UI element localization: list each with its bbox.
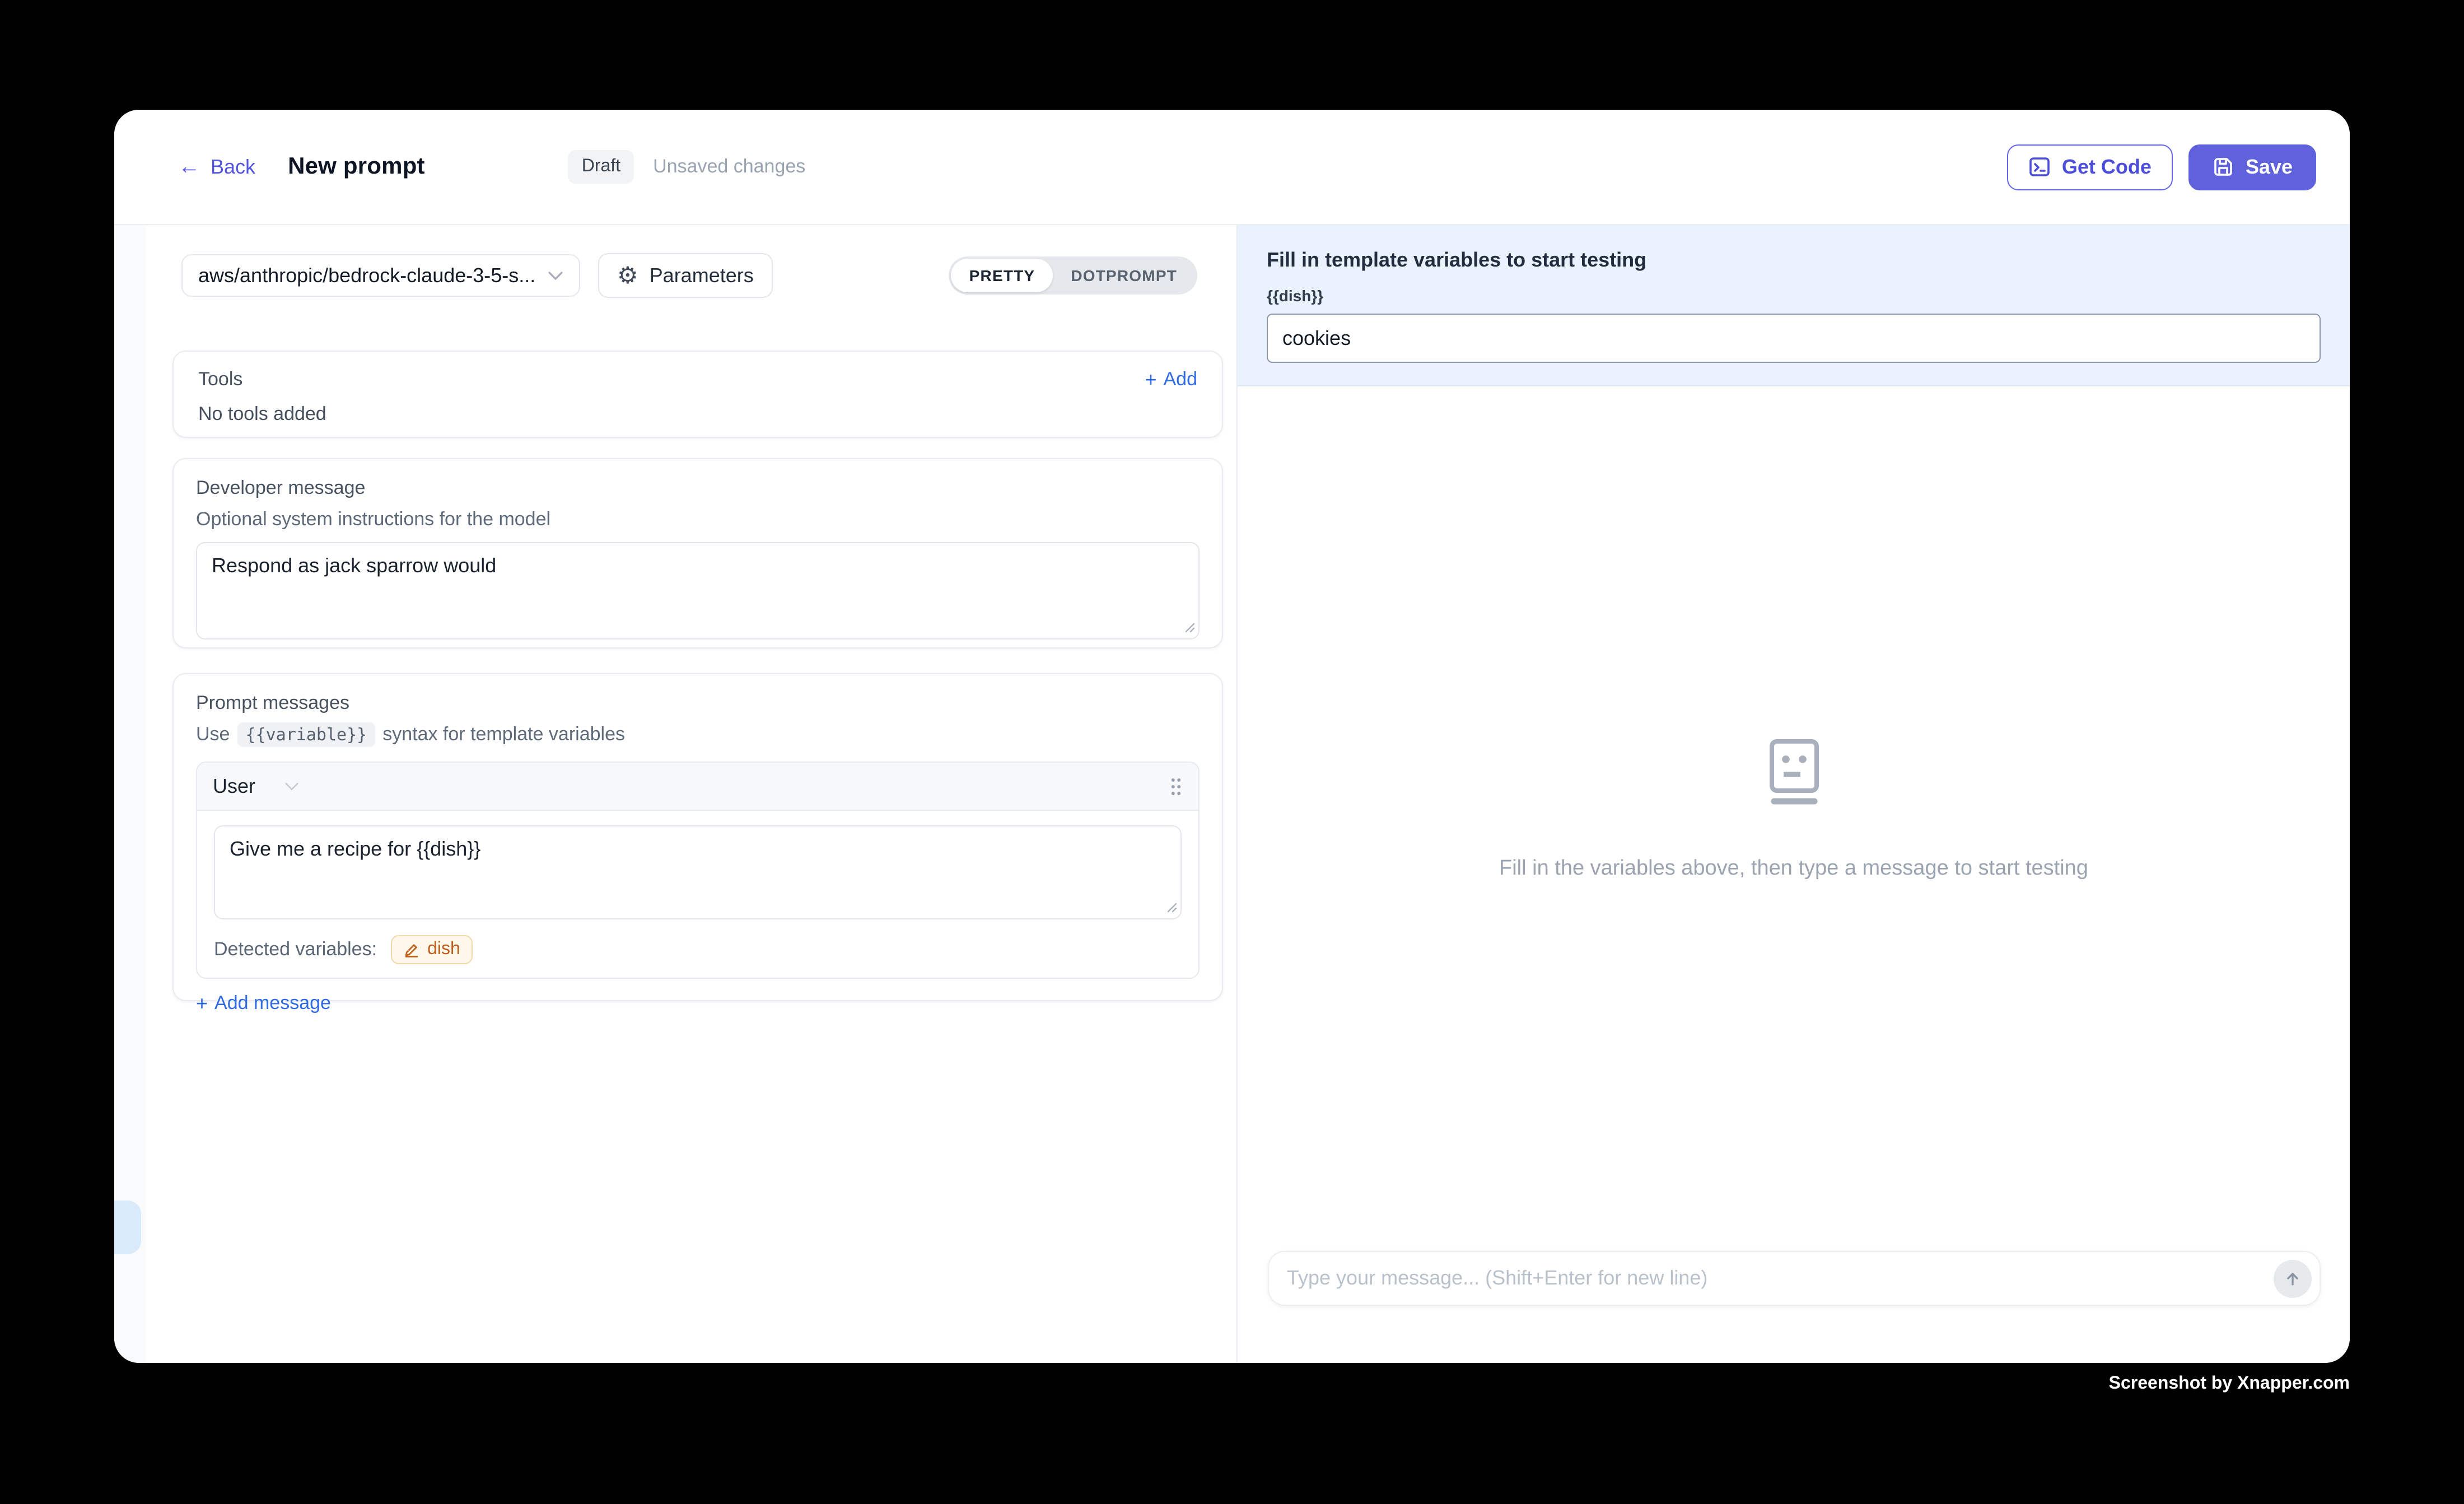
- developer-message-textarea[interactable]: Respond as jack sparrow would: [196, 542, 1200, 639]
- chat-empty-state: Fill in the variables above, then type a…: [1238, 321, 2350, 1298]
- get-code-button[interactable]: Get Code: [2007, 144, 2173, 190]
- message-role-value: User: [213, 774, 255, 798]
- template-variables-title: Fill in template variables to start test…: [1267, 249, 2321, 272]
- message-textarea-wrap: Give me a recipe for {{dish}}: [214, 825, 1182, 925]
- hint-suffix: syntax for template variables: [382, 723, 625, 746]
- tools-empty-text: No tools added: [198, 403, 1197, 426]
- model-select-value: aws/anthropic/bedrock-claude-3-5-s...: [198, 264, 535, 287]
- detected-variables-label: Detected variables:: [214, 938, 377, 961]
- terminal-icon: [2028, 156, 2051, 178]
- message-header: User: [197, 763, 1198, 811]
- pencil-icon: [403, 941, 419, 958]
- chat-message-input[interactable]: [1273, 1267, 2274, 1290]
- parameters-label: Parameters: [650, 264, 754, 287]
- chevron-down-icon: [284, 781, 299, 791]
- unsaved-changes-note: Unsaved changes: [653, 156, 805, 178]
- editor-toolbar: aws/anthropic/bedrock-claude-3-5-s... ⚙ …: [181, 253, 1197, 298]
- add-message-label: Add message: [214, 992, 331, 1015]
- message-content-textarea[interactable]: Give me a recipe for {{dish}}: [214, 825, 1182, 919]
- variable-chip-dish[interactable]: dish: [390, 935, 473, 964]
- send-button[interactable]: [2274, 1259, 2312, 1297]
- header: ← Back New prompt Draft Unsaved changes …: [114, 110, 2350, 225]
- tools-card-header: Tools + Add: [198, 368, 1197, 391]
- watermark: Screenshot by Xnapper.com: [2109, 1374, 2350, 1394]
- toggle-pretty[interactable]: PRETTY: [951, 259, 1053, 292]
- add-tool-button[interactable]: + Add: [1145, 368, 1197, 391]
- app-body: aws/anthropic/bedrock-claude-3-5-s... ⚙ …: [114, 225, 2350, 1363]
- prompt-editor-window: ← Back New prompt Draft Unsaved changes …: [114, 110, 2350, 1363]
- chevron-down-icon: [548, 270, 563, 281]
- arrow-up-icon: [2283, 1268, 2303, 1288]
- prompt-messages-card: Prompt messages Use {{variable}} syntax …: [172, 673, 1223, 1001]
- add-message-button[interactable]: + Add message: [196, 992, 1200, 1015]
- plus-icon: +: [1145, 370, 1156, 390]
- resize-grip-icon[interactable]: [1184, 618, 1195, 638]
- detected-variables-row: Detected variables: dish: [197, 925, 1198, 978]
- back-button[interactable]: ← Back: [178, 155, 255, 179]
- parameters-button[interactable]: ⚙ Parameters: [598, 253, 773, 298]
- chat-empty-text: Fill in the variables above, then type a…: [1499, 857, 2088, 881]
- variable-chip-label: dish: [427, 940, 460, 960]
- message-role-select[interactable]: User: [213, 774, 299, 798]
- prompt-messages-title: Prompt messages: [196, 692, 1200, 714]
- save-button[interactable]: Save: [2188, 144, 2316, 190]
- page-title: New prompt: [288, 153, 425, 180]
- rail-selected-item-highlight[interactable]: [114, 1201, 141, 1254]
- plus-icon: +: [196, 993, 208, 1013]
- toggle-dotprompt[interactable]: DOTPROMPT: [1053, 259, 1195, 292]
- screenshot-stage: ← Back New prompt Draft Unsaved changes …: [0, 0, 2464, 1504]
- prompt-editor-panel: aws/anthropic/bedrock-claude-3-5-s... ⚙ …: [146, 225, 1238, 1363]
- variable-key-label: {{dish}}: [1267, 287, 2321, 305]
- hint-prefix: Use: [196, 723, 230, 746]
- get-code-label: Get Code: [2062, 155, 2152, 179]
- status-badge: Draft: [568, 150, 634, 184]
- developer-message-textarea-wrap: Respond as jack sparrow would: [196, 542, 1200, 645]
- developer-message-title: Developer message: [196, 477, 1200, 499]
- hint-variable-code: {{variable}}: [237, 722, 375, 747]
- chat-area: Fill in the variables above, then type a…: [1238, 386, 2350, 1363]
- test-panel: Fill in template variables to start test…: [1238, 225, 2350, 1363]
- resize-grip-icon[interactable]: [1166, 898, 1177, 918]
- template-hint: Use {{variable}} syntax for template var…: [196, 722, 1200, 747]
- tools-title: Tools: [198, 368, 242, 391]
- model-select[interactable]: aws/anthropic/bedrock-claude-3-5-s...: [181, 254, 580, 297]
- message-composer: [1268, 1251, 2321, 1306]
- format-toggle: PRETTY DOTPROMPT: [949, 256, 1197, 295]
- tools-card: Tools + Add No tools added: [172, 351, 1223, 438]
- robot-icon: [1767, 738, 1821, 805]
- add-tool-label: Add: [1164, 368, 1198, 391]
- developer-message-card: Developer message Optional system instru…: [172, 458, 1223, 648]
- back-label: Back: [211, 155, 255, 179]
- message-block: User: [196, 762, 1200, 979]
- gear-icon: ⚙: [617, 264, 638, 287]
- drag-handle-icon[interactable]: [1169, 776, 1183, 797]
- save-label: Save: [2246, 155, 2293, 179]
- collapsed-left-rail: [114, 225, 146, 1363]
- back-arrow-icon: ←: [178, 156, 200, 178]
- developer-message-subtitle: Optional system instructions for the mod…: [196, 508, 1200, 531]
- message-body: Give me a recipe for {{dish}}: [197, 811, 1198, 925]
- save-icon: [2212, 156, 2234, 178]
